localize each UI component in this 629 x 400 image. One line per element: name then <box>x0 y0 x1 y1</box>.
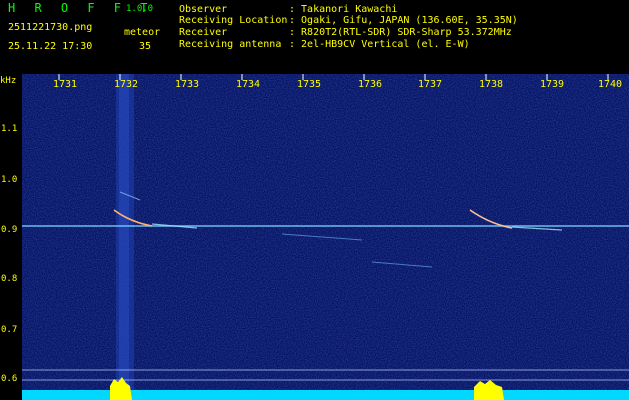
y-axis-panel <box>0 74 22 400</box>
meteor-count: 35 <box>139 41 152 52</box>
x-tick-label: 1731 <box>53 79 78 90</box>
datetime: 25.11.22 17:30 <box>8 41 93 52</box>
y-tick-label: 1.1 <box>1 124 18 134</box>
y-tick-label: 0.6 <box>1 374 18 384</box>
y-tick-label: 0.9 <box>1 225 18 235</box>
x-tick-label: 1740 <box>598 79 623 90</box>
interference-core <box>119 74 129 400</box>
receiver-label: Receiver <box>179 27 228 38</box>
y-tick-label: 1.0 <box>1 175 18 185</box>
location-value: : Ogaki, Gifu, JAPAN (136.60E, 35.35N) <box>289 15 518 26</box>
antenna-label: Receiving antenna <box>179 39 282 50</box>
x-tick-label: 1738 <box>479 79 504 90</box>
meteor-label: meteor <box>124 27 161 38</box>
x-tick-label: 1735 <box>297 79 322 90</box>
y-tick-label: 0.7 <box>1 325 18 335</box>
app-version: 1.0.0 <box>126 4 154 14</box>
spectrogram <box>22 74 629 400</box>
filename: 2511221730.png <box>8 22 93 33</box>
x-tick-label: 1732 <box>114 79 139 90</box>
x-tick-label: 1739 <box>540 79 565 90</box>
x-tick-label: 1733 <box>175 79 200 90</box>
x-tick-label: 1737 <box>418 79 443 90</box>
header-panel: H R O F F T 1.0.0 2511221730.png 25.11.2… <box>0 0 629 74</box>
spectrogram-canvas <box>22 74 629 400</box>
y-axis-unit: kHz <box>0 76 17 86</box>
observer-value: : Takanori Kawachi <box>289 4 398 15</box>
y-tick-label: 0.8 <box>1 274 18 284</box>
x-tick-label: 1736 <box>358 79 383 90</box>
receiver-value: : R820T2(RTL-SDR) SDR-Sharp 53.372MHz <box>289 27 512 38</box>
x-tick-label: 1734 <box>236 79 261 90</box>
location-label: Receiving Location <box>179 15 288 26</box>
antenna-value: : 2el-HB9CV Vertical (el. E-W) <box>289 39 470 50</box>
observer-label: Observer <box>179 4 228 15</box>
